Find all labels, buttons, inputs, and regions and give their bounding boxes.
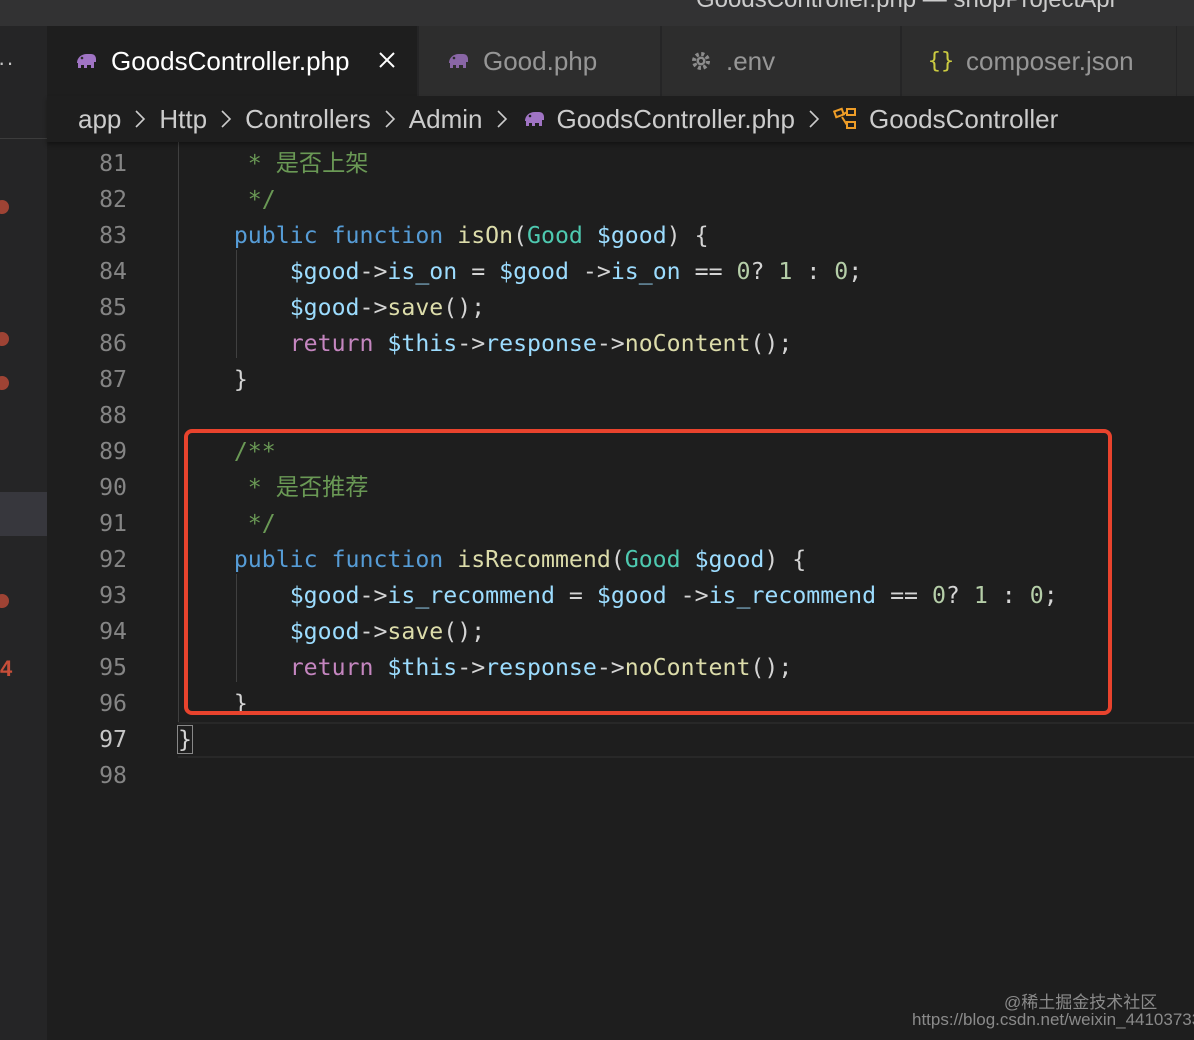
chevron-right-icon bbox=[489, 106, 515, 132]
modified-dot-icon bbox=[0, 376, 9, 390]
breadcrumb-item-admin[interactable]: Admin bbox=[409, 104, 483, 135]
breadcrumb-item-class[interactable]: GoodsController bbox=[832, 103, 1059, 135]
line-number: 84 bbox=[99, 258, 127, 285]
window-title: GoodsController.php — shopProjectApi bbox=[696, 0, 1115, 14]
annotation-highlight-box bbox=[184, 429, 1112, 715]
json-braces-icon: {} bbox=[927, 48, 955, 74]
line-number: 96 bbox=[99, 690, 127, 717]
code-line-active: 97 } bbox=[47, 722, 1194, 758]
more-actions-icon[interactable]: ·· bbox=[0, 50, 15, 76]
tab-label: composer.json bbox=[966, 45, 1134, 76]
chevron-right-icon bbox=[801, 106, 827, 132]
tab-label: GoodsController.php bbox=[111, 45, 350, 76]
window-titlebar: GoodsController.php — shopProjectApi bbox=[0, 0, 1194, 26]
code-line: 82 */ bbox=[47, 182, 1194, 218]
breadcrumb-class-label: GoodsController bbox=[868, 103, 1059, 134]
php-elephant-icon bbox=[73, 48, 99, 74]
breadcrumb-file-label: GoodsController.php bbox=[556, 103, 795, 134]
code-line: 87 } bbox=[47, 362, 1194, 398]
code-line: 85 $good->save(); bbox=[47, 290, 1194, 326]
watermark-url: https://blog.csdn.net/weixin_44103733 bbox=[912, 1010, 1194, 1029]
problem-count: 4 bbox=[0, 656, 13, 681]
line-number: 94 bbox=[99, 618, 127, 645]
close-icon[interactable] bbox=[375, 48, 399, 72]
php-elephant-icon bbox=[445, 48, 471, 74]
side-panel-edge: ·· 4 bbox=[0, 26, 47, 1040]
class-symbol-icon bbox=[832, 106, 859, 132]
line-number: 85 bbox=[99, 294, 127, 321]
line-number: 86 bbox=[99, 330, 127, 357]
breadcrumb-item-http[interactable]: Http bbox=[159, 104, 207, 135]
code-text: } bbox=[178, 366, 248, 393]
code-line: 98 bbox=[47, 758, 1194, 794]
tab-goodscontroller-php[interactable]: GoodsController.php bbox=[47, 26, 418, 96]
line-number: 93 bbox=[99, 582, 127, 609]
code-text: $good->save(); bbox=[289, 294, 486, 321]
modified-dot-icon bbox=[0, 332, 9, 346]
tab-label: .env bbox=[726, 45, 776, 76]
code-line: 86 return $this->response->noContent(); bbox=[47, 326, 1194, 362]
modified-dot-icon bbox=[0, 200, 9, 214]
chevron-right-icon bbox=[213, 106, 239, 132]
code-text: public function isOn(Good $good) { bbox=[233, 222, 709, 249]
php-elephant-icon bbox=[521, 106, 547, 132]
tab-composer-json[interactable]: {} composer.json bbox=[902, 26, 1177, 96]
breadcrumb: app Http Controllers Admin GoodsControll… bbox=[47, 96, 1194, 142]
tab-bar-filler bbox=[1177, 26, 1194, 96]
line-number: 81 bbox=[99, 150, 127, 177]
selected-file-row[interactable] bbox=[0, 492, 47, 536]
line-number: 87 bbox=[99, 366, 127, 393]
line-number: 92 bbox=[99, 546, 127, 573]
line-number: 91 bbox=[99, 510, 127, 537]
chevron-right-icon bbox=[377, 106, 403, 132]
modified-dot-icon bbox=[0, 594, 9, 608]
code-text: */ bbox=[178, 186, 276, 213]
line-number: 83 bbox=[99, 222, 127, 249]
breadcrumb-item-app[interactable]: app bbox=[78, 104, 121, 135]
tab-good-php[interactable]: Good.php bbox=[419, 26, 661, 96]
chevron-right-icon bbox=[127, 106, 153, 132]
gear-icon bbox=[688, 48, 714, 74]
code-text: $good->is_on = $good ->is_on == 0? 1 : 0… bbox=[289, 258, 863, 285]
line-number: 90 bbox=[99, 474, 127, 501]
code-line: 84 $good->is_on = $good ->is_on == 0? 1 … bbox=[47, 254, 1194, 290]
breadcrumb-item-controllers[interactable]: Controllers bbox=[245, 104, 371, 135]
code-text: * 是否上架 bbox=[178, 150, 369, 177]
line-number: 89 bbox=[99, 438, 127, 465]
editor-tab-bar: GoodsController.php Good.php .env {} com… bbox=[47, 26, 1194, 96]
code-line: 83 public function isOn(Good $good) { bbox=[47, 218, 1194, 254]
line-number: 88 bbox=[99, 402, 127, 429]
side-divider bbox=[0, 138, 47, 139]
breadcrumb-item-file[interactable]: GoodsController.php bbox=[521, 104, 795, 135]
line-number: 97 bbox=[99, 726, 127, 753]
line-number: 98 bbox=[99, 762, 127, 789]
tab-label: Good.php bbox=[483, 45, 598, 76]
line-number: 95 bbox=[99, 654, 127, 681]
line-number: 82 bbox=[99, 186, 127, 213]
code-line: 81 * 是否上架 bbox=[47, 146, 1194, 182]
code-text: } bbox=[177, 725, 193, 754]
code-text: return $this->response->noContent(); bbox=[289, 330, 793, 357]
tab-env[interactable]: .env bbox=[662, 26, 901, 96]
